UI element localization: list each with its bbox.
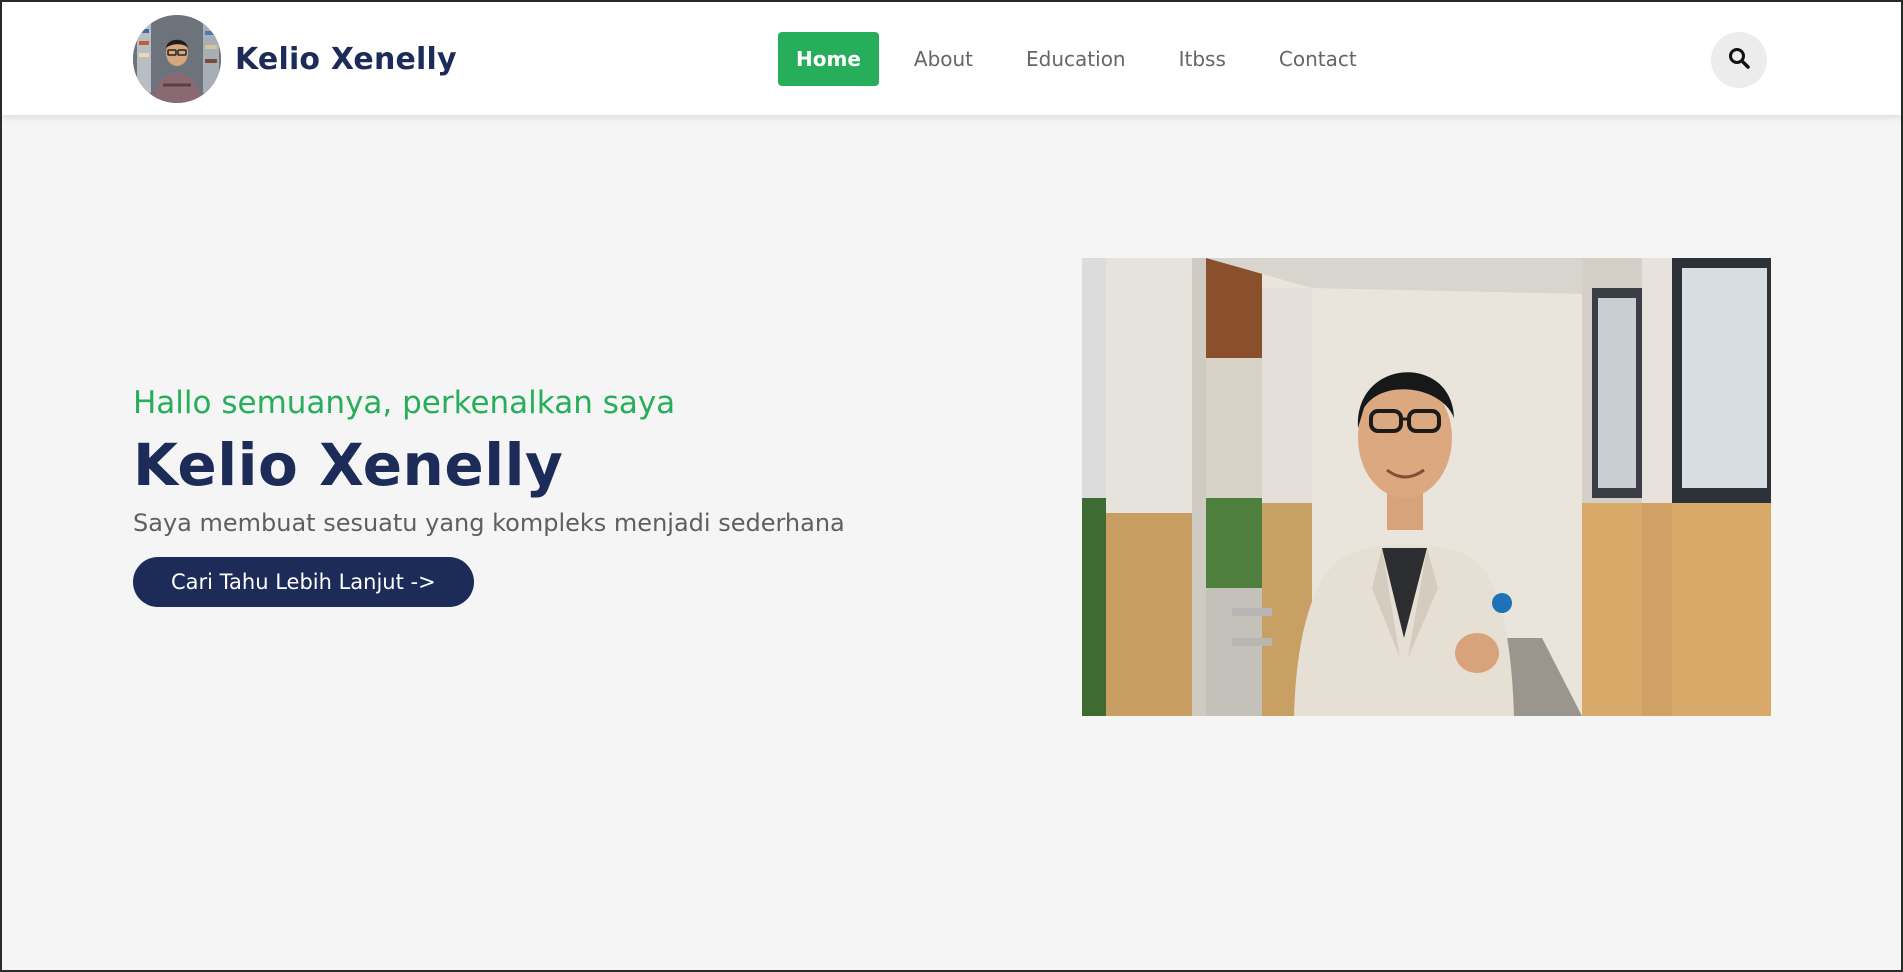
hero-greeting: Hallo semuanya, perkenalkan saya — [133, 385, 676, 421]
hero-title: Kelio Xenelly — [133, 431, 564, 499]
main-nav: Home About Education Itbss Contact — [778, 32, 1392, 86]
hero-tagline: Saya membuat sesuatu yang kompleks menja… — [133, 509, 845, 537]
learn-more-button[interactable]: Cari Tahu Lebih Lanjut -> — [133, 557, 474, 607]
nav-about[interactable]: About — [896, 32, 991, 86]
nav-itbss[interactable]: Itbss — [1161, 32, 1244, 86]
brand-name: Kelio Xenelly — [235, 41, 457, 77]
nav-education[interactable]: Education — [1008, 32, 1144, 86]
search-button[interactable] — [1711, 32, 1767, 88]
nav-contact[interactable]: Contact — [1261, 32, 1375, 86]
site-header: Kelio Xenelly Home About Education Itbss… — [2, 2, 1901, 115]
hero-photo — [1082, 258, 1771, 716]
avatar — [133, 15, 221, 103]
brand-link[interactable]: Kelio Xenelly — [133, 15, 457, 103]
search-icon — [1728, 47, 1750, 73]
hero-section: Hallo semuanya, perkenalkan saya Kelio X… — [133, 380, 1033, 607]
nav-home[interactable]: Home — [778, 32, 879, 86]
